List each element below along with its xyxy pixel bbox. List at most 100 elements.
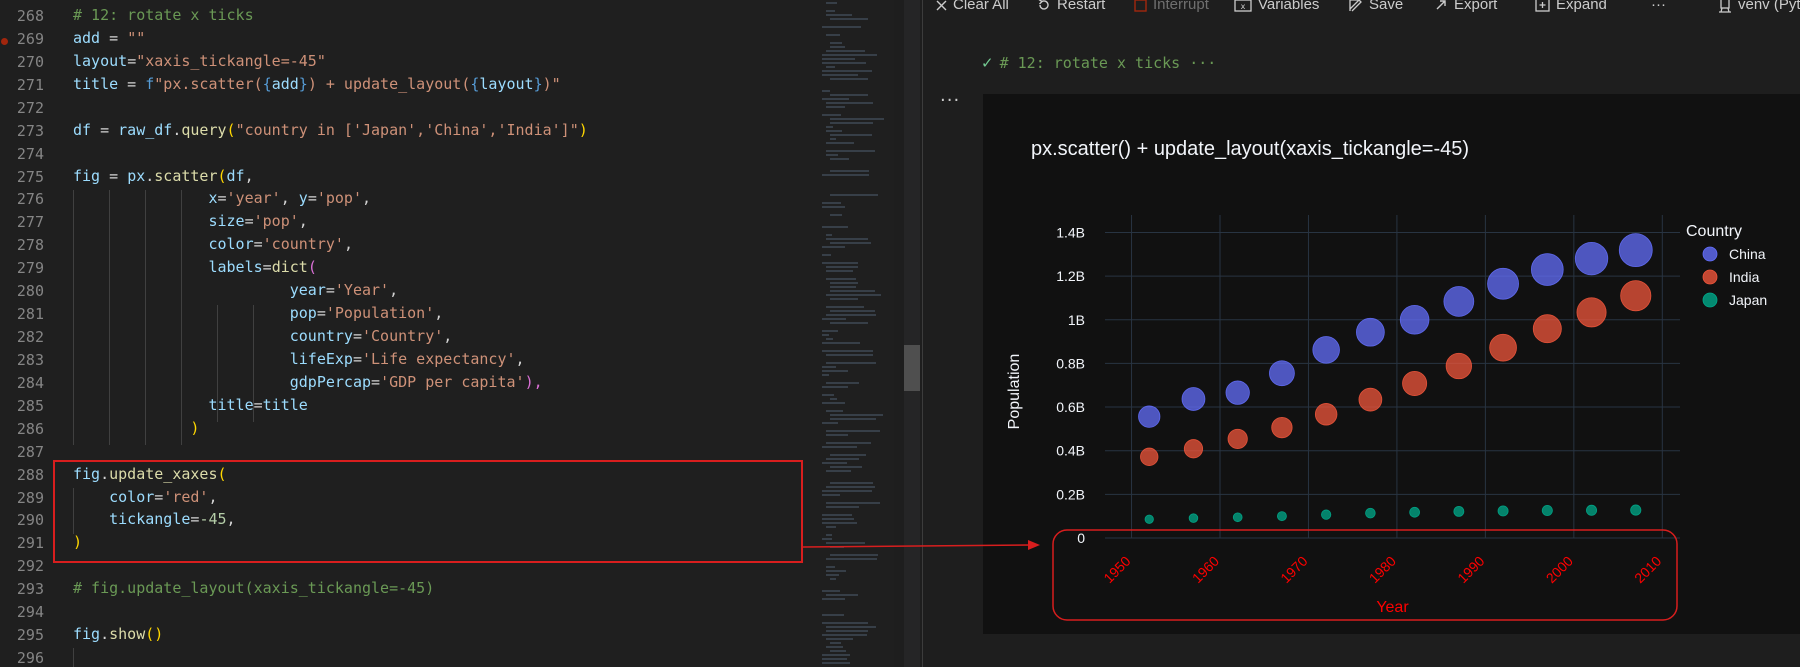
expand-button[interactable]: Expand [1535,0,1607,13]
cell-more-actions-button[interactable]: ··· [940,90,960,111]
code-line[interactable]: pop='Population', [73,302,444,325]
code-line[interactable]: x='year', y='pop', [73,187,371,210]
restart-button[interactable]: Restart [1037,0,1105,13]
code-token: = [253,395,263,414]
minimap-line [826,470,851,472]
minimap-line [830,310,875,312]
code-line[interactable]: # 12: rotate x ticks [73,4,254,27]
minimap-line [826,570,846,572]
expand-label: Expand [1556,0,1607,13]
minimap-line [830,18,868,20]
code-token: layout [479,74,534,93]
code-line[interactable]: labels=dict( [73,256,316,279]
line-number-gutter: 268 269 270 271 272 273 274 275 276 277 278 279 280 2… [0,0,50,667]
code-line[interactable]: title = f"px.scatter({add}) + update_lay… [73,73,561,96]
minimap-line [826,354,873,356]
line-number: 293 [16,580,44,599]
minimap-line [822,70,872,72]
minimap-line [826,566,835,568]
minimap-line [830,546,844,548]
kernel-picker[interactable]: venv (Python 3.11.1 [1718,0,1800,13]
code-line[interactable]: year='Year', [73,279,398,302]
code-token: = [352,327,362,346]
code-line[interactable]: fig.show() [73,623,163,646]
code-token: fig [73,166,101,185]
code-token: , [389,281,399,300]
notebook-toolbar: Clear All Restart Interrupt x Variables S… [923,0,1800,18]
minimap-line [822,614,844,616]
code-token: 'GDP per capita' [380,372,525,391]
code-token: = [118,74,146,93]
code-token: # fig.update_layout(xaxis_tickangle=-45) [73,579,435,598]
minimap-line [822,330,838,332]
code-token: , [515,349,525,368]
variables-button[interactable]: x Variables [1234,0,1319,13]
minimap-line [830,158,849,160]
code-token: ( [217,166,227,185]
interrupt-button[interactable]: Interrupt [1134,0,1209,13]
minimap-line [822,394,834,396]
line-number: 296 [16,649,44,667]
code-token: 'country' [262,235,344,254]
minimap-line [822,226,848,228]
line-number: 280 [16,282,44,301]
code-token: 'year' [226,189,281,208]
minimap-line [822,98,849,100]
code-line[interactable]: # fig.update_layout(xaxis_tickangle=-45) [73,577,434,600]
export-icon [1436,0,1446,10]
minimap-line [822,334,829,336]
minimap-line [822,254,831,256]
code-line[interactable]: add = "" [73,27,145,50]
code-line[interactable]: size='pop', [73,210,307,233]
code-token: , [443,327,453,346]
minimap-line [830,322,868,324]
minimap-line [826,594,858,596]
minimap-line [826,442,871,444]
minimap-line [830,398,837,400]
minimap-line [830,554,878,556]
code-token: # 12: rotate x ticks [73,6,254,24]
minimap-line [826,626,876,628]
code-line[interactable]: layout="xaxis_tickangle=-45" [73,50,326,73]
code-line[interactable]: lifeExp='Life expectancy', [73,348,525,371]
stop-icon [1134,0,1147,12]
minimap-line [826,362,876,364]
code-editor[interactable]: 268 269 270 271 272 273 274 275 276 277 278 279 280 2… [0,0,820,667]
code-line[interactable]: title=title [73,394,307,417]
minimap-line [826,430,880,432]
minimap[interactable] [820,0,894,667]
code-line[interactable]: ) [73,417,199,440]
code-token: , [362,189,372,208]
minimap-line [826,638,853,640]
plot-output-background [983,94,1800,634]
code-line[interactable]: gdpPercap='GDP per capita'), [73,371,543,394]
code-line[interactable]: fig = px.scatter(df, [73,165,254,188]
scrollbar-thumb[interactable] [904,345,920,391]
code-line[interactable]: df = raw_df.query("country in ['Japan','… [73,119,588,142]
minimap-line [826,270,853,272]
minimap-line [822,634,867,636]
code-token: size [208,212,245,231]
code-token: title [208,395,254,414]
code-line[interactable]: country='Country', [73,325,453,348]
code-line[interactable]: color='country', [73,233,353,256]
line-number: 278 [16,236,44,255]
minimap-line [822,402,845,404]
code-token: = [307,189,317,208]
clear-all-button[interactable]: Clear All [936,0,1009,13]
code-token: ) [190,418,200,437]
minimap-line [830,482,873,484]
editor-scrollbar[interactable] [904,0,920,667]
line-number: 273 [16,121,44,140]
cell-header[interactable]: ✓ # 12: rotate x ticks ··· [981,54,1216,72]
code-token: "px.scatter( [154,74,263,93]
minimap-line [822,494,840,496]
more-toolbar-actions-button[interactable]: ··· [1651,0,1666,13]
minimap-line [826,410,843,412]
export-button[interactable]: Export [1434,0,1497,13]
save-button[interactable]: Save [1348,0,1403,13]
code-token: = [352,349,362,368]
breakpoint-icon[interactable] [1,37,8,45]
line-number: 290 [16,511,44,530]
